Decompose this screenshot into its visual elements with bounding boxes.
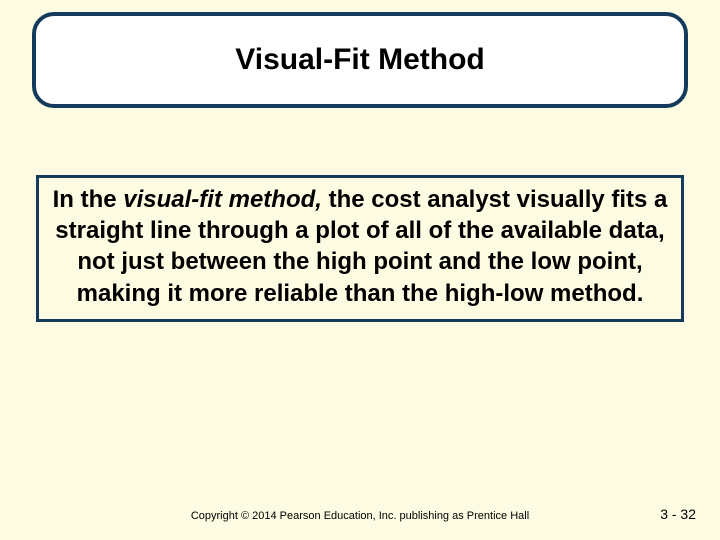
- footer-copyright: Copyright © 2014 Pearson Education, Inc.…: [0, 510, 720, 522]
- body-prefix: In the: [53, 186, 124, 213]
- body-card: In the visual-fit method, the cost analy…: [36, 175, 684, 322]
- footer-page-number: 3 - 32: [660, 506, 696, 522]
- slide-title: Visual-Fit Method: [235, 43, 484, 77]
- body-italic: visual-fit method,: [123, 186, 322, 213]
- body-text: In the visual-fit method, the cost analy…: [47, 184, 673, 309]
- title-card: Visual-Fit Method: [32, 12, 688, 108]
